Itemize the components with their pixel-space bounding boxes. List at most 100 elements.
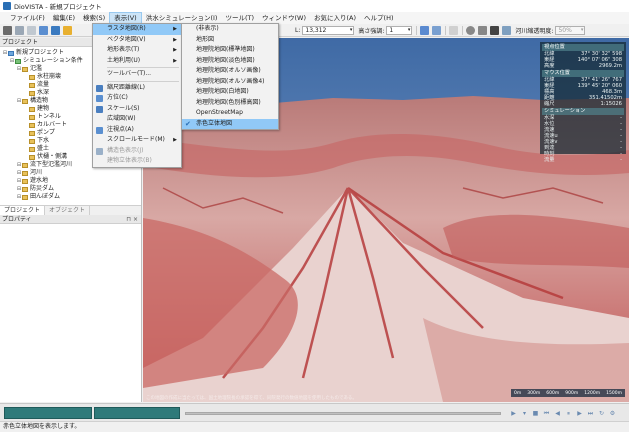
menu-favorites[interactable]: お気に入り(A) — [310, 12, 360, 24]
raster-menu-item[interactable]: ✔ 赤色立体地図 — [182, 118, 278, 129]
status-bar: 赤色立体地図を表示します。 — [0, 421, 629, 432]
tree-node[interactable]: ⊟ 遊水地 — [0, 177, 141, 185]
skip-start-icon[interactable]: ⏮ — [543, 410, 550, 417]
tree-node[interactable]: ⊟ 防災ダム — [0, 185, 141, 193]
skip-end-icon[interactable]: ⏭ — [587, 410, 594, 417]
settings-icon[interactable]: ⚙ — [609, 410, 616, 417]
toolbar-separator — [416, 25, 418, 35]
project-panel-title: プロジェクト — [2, 39, 39, 46]
view-menu-item[interactable]: 土地利用(U) ▶ — [93, 56, 181, 67]
menu-help[interactable]: ヘルプ(H) — [360, 12, 397, 24]
title-bar: DioVISTA - 新規プロジェクト — [0, 0, 629, 12]
timeline-bar: ▶ ▾ ■ ⏮ ◀ ⏸ ▶ ⏭ ↻ ⚙ — [0, 403, 629, 421]
step-forward-icon[interactable]: ▶ — [576, 410, 583, 417]
status-text: 赤色立体地図を表示します。 — [3, 423, 81, 430]
menu-item-label: 地形図 — [196, 35, 215, 43]
menu-item-icon — [96, 84, 103, 92]
record-icon[interactable] — [466, 25, 476, 35]
folder-icon — [29, 146, 35, 152]
river-transparency-label: 河川縮透明度: — [515, 27, 554, 35]
river-transparency-value: 50% — [558, 26, 572, 34]
folder-icon — [29, 130, 35, 136]
crosshair-icon[interactable] — [420, 25, 430, 35]
chevron-down-icon: ▾ — [349, 26, 353, 33]
lightbulb-icon[interactable] — [449, 25, 459, 35]
raster-menu-item[interactable]: 地理院地図(色別標高図) — [182, 98, 278, 109]
view-menu-item[interactable]: 注視点(A) — [93, 125, 181, 136]
l-combo[interactable]: 13,312 ▾ — [302, 25, 355, 35]
view-menu-item[interactable]: ラスタ地図(R) ▶ — [93, 24, 181, 35]
dropdown-icon[interactable]: ▾ — [521, 410, 528, 417]
submenu-arrow-icon: ▶ — [173, 26, 177, 32]
view-menu-item[interactable]: ベクタ地図(V) ▶ — [93, 35, 181, 46]
toolbar-separator — [445, 25, 447, 35]
raster-menu-item[interactable]: 地理院地図(白地図) — [182, 87, 278, 98]
height-emphasis-combo[interactable]: 1 ▾ — [386, 25, 413, 35]
select-icon[interactable] — [27, 25, 36, 35]
view-menu-item[interactable]: スクロールモード(M) ▶ — [93, 135, 181, 146]
layers-icon[interactable] — [432, 25, 442, 35]
menu-item-label: 広域図(W) — [107, 115, 136, 122]
binoculars-icon[interactable] — [3, 25, 12, 35]
submenu-arrow-icon: ▶ — [173, 57, 177, 64]
view-menu-item[interactable]: ツールバー(T)... — [93, 69, 181, 80]
timeline-slider[interactable] — [185, 412, 501, 415]
tree-node[interactable]: ⊟ 田んぼダム — [0, 193, 141, 201]
menu-file[interactable]: ファイル(F) — [6, 12, 49, 24]
info-value: - — [620, 157, 622, 163]
loop-icon[interactable]: ↻ — [598, 410, 605, 417]
height-emphasis-label: 高さ強調: — [358, 27, 385, 35]
tree-node-label: 下水 — [37, 137, 50, 144]
raster-menu-item[interactable]: OpenStreetMap — [182, 108, 278, 119]
simulation-title: シミュレーション — [542, 108, 624, 115]
raster-menu-item[interactable]: 地理院地図(淡色地図) — [182, 56, 278, 67]
menu-item-icon — [96, 105, 103, 113]
info-value: 2969.2m — [598, 63, 622, 69]
folder-icon — [29, 138, 35, 144]
river-transparency-combo[interactable]: 50% ▾ — [555, 25, 586, 35]
tree-node-label: 田んぼダム — [30, 193, 61, 200]
tree-node-label: トンネル — [37, 113, 61, 120]
play-icon[interactable]: ▶ — [510, 410, 517, 417]
info-row: 高度 2969.2m — [542, 63, 624, 69]
raster-menu-item[interactable]: 地理院地図(オルソ画像) — [182, 66, 278, 77]
timeline-track-1[interactable] — [4, 407, 92, 419]
info-row: 流量 - — [542, 157, 624, 163]
timeline-track-2[interactable] — [94, 407, 180, 419]
tab-project[interactable]: プロジェクト — [0, 206, 46, 215]
river-icon[interactable] — [502, 25, 512, 35]
view-menu-item[interactable]: 地形表示(T) ▶ — [93, 45, 181, 56]
raster-menu-item[interactable]: (非表示) — [182, 24, 278, 35]
property-panel-body — [0, 224, 141, 399]
raster-menu-item[interactable]: 地理院地図(オルソ画像4) — [182, 77, 278, 88]
tree-node-label: カルバート — [37, 121, 68, 128]
info-key: 高度 — [544, 63, 555, 69]
grid-icon[interactable] — [478, 25, 488, 35]
view-menu-item[interactable]: スケール(S) — [93, 104, 181, 115]
pause-icon[interactable]: ⏸ — [565, 410, 572, 417]
layer-icon[interactable] — [51, 25, 60, 35]
raster-menu-item[interactable]: 地理院地図(標準地図) — [182, 45, 278, 56]
pin-icon[interactable]: ⊓ × — [126, 215, 138, 224]
menu-item-label: 地形表示(T) — [107, 46, 140, 53]
compass-icon[interactable] — [63, 25, 72, 35]
tree-node[interactable]: ⊟ 河川 — [0, 169, 141, 177]
menu-edit[interactable]: 編集(E) — [49, 12, 79, 24]
step-back-icon[interactable]: ◀ — [554, 410, 561, 417]
info-value: 1:15026 — [600, 101, 622, 107]
property-panel-title: プロパティ — [2, 216, 32, 223]
map-icon[interactable] — [39, 25, 48, 35]
height-emphasis-value: 1 — [389, 26, 394, 34]
tab-object[interactable]: オブジェクト — [45, 206, 91, 215]
view-menu-item[interactable]: 縮尺距離線(L) — [93, 83, 181, 94]
property-panel-header: プロパティ ⊓ × — [0, 215, 141, 224]
stop-icon[interactable]: ■ — [532, 410, 539, 417]
view-menu-item[interactable]: 広域図(W) — [93, 114, 181, 125]
view-menu-item[interactable]: 方位(C) — [93, 93, 181, 104]
camera-icon[interactable] — [490, 25, 500, 35]
raster-menu-item[interactable]: 地形図 — [182, 35, 278, 46]
viewpoint-title: 視点位置 — [542, 44, 624, 51]
zoom-icon[interactable] — [15, 25, 24, 35]
menu-item-icon — [96, 147, 103, 155]
